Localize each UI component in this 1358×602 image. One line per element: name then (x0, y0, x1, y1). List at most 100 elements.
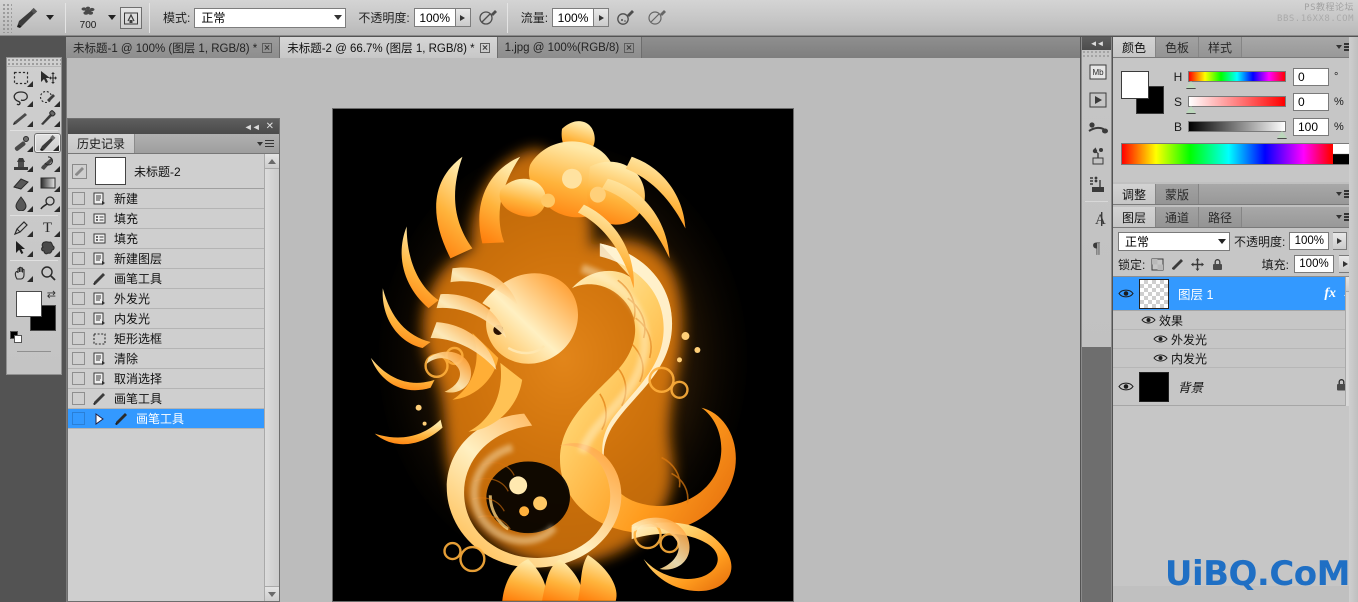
tab-adjustments[interactable]: 调整 (1113, 184, 1157, 204)
tab-masks[interactable]: 蒙版 (1156, 184, 1200, 204)
blur-tool[interactable] (7, 193, 34, 213)
history-item[interactable]: 外发光 (68, 289, 264, 309)
history-state-toggle[interactable] (72, 412, 85, 425)
character-icon[interactable]: A (1082, 205, 1113, 233)
history-item[interactable]: 清除 (68, 349, 264, 369)
workspace-area[interactable]: ◄◄ ✕ 历史记录 未标题-2 新建 填充 填充 新建图层 画笔工具 外发光 内… (66, 58, 1080, 602)
history-state-toggle[interactable] (72, 212, 85, 225)
blend-mode-select[interactable]: 正常 (194, 7, 347, 28)
layer-effect-row[interactable]: 内发光 (1113, 349, 1358, 368)
history-item[interactable]: 取消选择 (68, 369, 264, 389)
history-state-toggle[interactable] (72, 392, 85, 405)
tool-preset-chevron-icon[interactable] (46, 15, 54, 20)
dock-expand-button[interactable]: ◄◄ (1082, 37, 1111, 50)
layer-effects-badge[interactable]: fx (1324, 286, 1336, 302)
history-panel-titlebar[interactable]: ◄◄ ✕ (68, 119, 279, 134)
history-item[interactable]: 矩形选框 (68, 329, 264, 349)
close-icon[interactable]: ✕ (266, 121, 274, 132)
opacity-pressure-icon[interactable] (478, 7, 500, 29)
eraser-tool[interactable] (7, 173, 34, 193)
saturation-input[interactable]: 0 (1293, 92, 1329, 111)
tab-layers[interactable]: 图层 (1113, 207, 1157, 227)
document-tab-1[interactable]: 未标题-2 @ 66.7% (图层 1, RGB/8) * (280, 37, 498, 58)
foreground-color-swatch[interactable] (16, 291, 42, 317)
paragraph-icon[interactable]: ¶ (1082, 233, 1113, 261)
history-brush-source-icon[interactable] (72, 163, 87, 179)
history-item[interactable]: 画笔工具 (68, 269, 264, 289)
layer-blend-mode-select[interactable]: 正常 (1118, 231, 1230, 251)
history-state-toggle[interactable] (72, 312, 85, 325)
hue-slider[interactable] (1186, 71, 1286, 88)
history-state-toggle[interactable] (72, 292, 85, 305)
scroll-up-button[interactable] (264, 154, 279, 169)
clone-stamp-tool[interactable] (7, 153, 34, 173)
type-tool[interactable]: T (34, 218, 61, 238)
history-item[interactable]: 新建 (68, 189, 264, 209)
history-state-toggle[interactable] (72, 272, 85, 285)
history-item[interactable]: 填充 (68, 229, 264, 249)
layer-effects-group-row[interactable]: 效果 (1113, 311, 1358, 330)
brush-tool[interactable] (34, 133, 61, 153)
tools-panel-grip[interactable] (7, 58, 61, 67)
tablet-pressure-icon[interactable] (647, 7, 669, 29)
options-bar-grip[interactable] (2, 2, 12, 33)
lock-position-icon[interactable] (1190, 257, 1205, 272)
scroll-down-button[interactable] (264, 586, 279, 601)
play-icon[interactable] (1082, 86, 1113, 114)
layer-fill-input[interactable]: 100% (1294, 255, 1334, 273)
close-icon[interactable] (479, 42, 490, 53)
brightness-slider[interactable] (1188, 121, 1287, 138)
history-state-toggle[interactable] (72, 352, 85, 365)
lock-transparent-pixels-icon[interactable] (1150, 257, 1165, 272)
flow-input[interactable]: 100% (552, 8, 595, 27)
dock-grip[interactable] (1082, 50, 1111, 58)
saturation-slider-thumb[interactable] (1186, 106, 1196, 113)
history-snapshot-row[interactable]: 未标题-2 (68, 154, 264, 189)
zoom-tool[interactable] (34, 263, 61, 283)
pen-tool[interactable] (7, 218, 34, 238)
effect-visibility-toggle[interactable] (1149, 334, 1171, 344)
crop-tool[interactable] (7, 108, 34, 128)
brightness-slider-thumb[interactable] (1277, 131, 1287, 138)
rectangular-marquee-tool[interactable] (7, 68, 34, 88)
color-spectrum-ramp[interactable] (1121, 143, 1350, 165)
move-tool[interactable] (34, 68, 61, 88)
collapse-icon[interactable]: ◄◄ (244, 122, 261, 132)
tool-preset-picker[interactable] (12, 0, 61, 36)
history-state-toggle[interactable] (72, 252, 85, 265)
tab-channels[interactable]: 通道 (1156, 207, 1200, 227)
history-state-toggle[interactable] (72, 192, 85, 205)
gradient-tool[interactable] (34, 173, 61, 193)
effect-visibility-toggle[interactable] (1149, 353, 1171, 363)
layer-effect-row[interactable]: 外发光 (1113, 330, 1358, 349)
layer-row[interactable]: 图层 1 fx (1113, 277, 1358, 311)
tab-swatches[interactable]: 色板 (1156, 37, 1200, 57)
document-tab-2[interactable]: 1.jpg @ 100%(RGB/8) (497, 37, 643, 58)
history-item[interactable]: 内发光 (68, 309, 264, 329)
hue-slider-thumb[interactable] (1186, 81, 1196, 88)
history-brush-tool[interactable] (34, 153, 61, 173)
tab-paths[interactable]: 路径 (1199, 207, 1243, 227)
history-state-toggle[interactable] (72, 372, 85, 385)
history-panel-menu-icon[interactable] (257, 134, 279, 153)
brush-preset-picker[interactable]: 700 (70, 0, 145, 36)
layer-visibility-toggle[interactable] (1113, 288, 1139, 299)
document-canvas[interactable] (332, 108, 794, 602)
flow-slider-button[interactable] (594, 8, 610, 27)
clone-source-icon[interactable] (1082, 142, 1113, 170)
path-selection-tool[interactable] (7, 238, 34, 258)
tab-color[interactable]: 颜色 (1113, 37, 1157, 57)
hand-tool[interactable] (7, 263, 34, 283)
mini-bridge-icon[interactable]: Mb (1082, 58, 1113, 86)
swatches-list-icon[interactable] (1082, 170, 1113, 198)
tab-styles[interactable]: 样式 (1199, 37, 1243, 57)
opacity-slider-button[interactable] (455, 8, 471, 27)
lock-image-pixels-icon[interactable] (1170, 257, 1185, 272)
layer-visibility-toggle[interactable] (1113, 381, 1139, 392)
layer-row[interactable]: 背景 (1113, 368, 1358, 406)
spot-healing-brush-tool[interactable] (7, 133, 34, 153)
brushes-icon[interactable] (1082, 114, 1113, 142)
close-icon[interactable] (624, 42, 635, 53)
brush-preset-chevron-icon[interactable] (108, 15, 116, 20)
layer-opacity-slider-button[interactable] (1333, 232, 1348, 250)
